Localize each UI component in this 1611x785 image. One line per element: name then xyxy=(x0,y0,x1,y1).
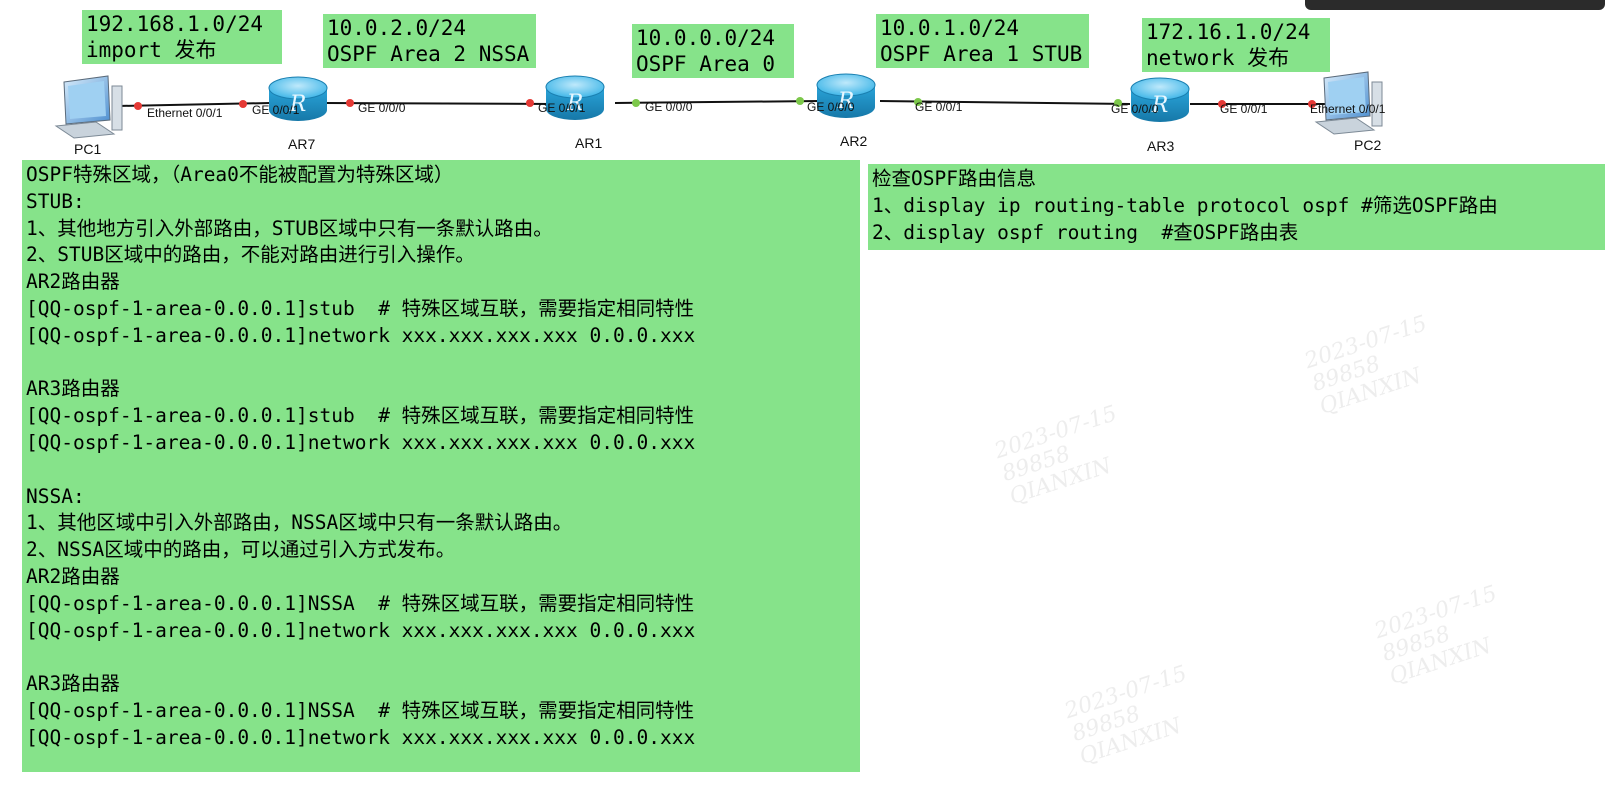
device-label-ar1: AR1 xyxy=(575,135,603,151)
note-line: STUB: xyxy=(26,189,85,213)
iface-ar3-ge1: GE 0/0/1 xyxy=(1220,102,1268,116)
note-line: 2、display ospf routing #查OSPF路由表 xyxy=(872,220,1299,244)
note-line: AR3路由器 xyxy=(26,672,120,696)
device-label-ar7: AR7 xyxy=(288,136,316,152)
note-line: AR3路由器 xyxy=(26,377,120,401)
subnet-label-10-0-1: 10.0.1.0/24 OSPF Area 1 STUB xyxy=(876,14,1089,68)
note-line: AR2路由器 xyxy=(26,270,120,294)
note-line: 1、display ip routing-table protocol ospf… xyxy=(872,193,1498,217)
subnet-label-172-16-1: 172.16.1.0/24 network 发布 xyxy=(1142,18,1330,72)
note-line: 1、其他区域中引入外部路由，NSSA区域中只有一条默认路由。 xyxy=(26,511,573,535)
iface-ar1-ge1: GE 0/0/1 xyxy=(538,101,586,115)
note-line: 2、NSSA区域中的路由，可以通过引入方式发布。 xyxy=(26,538,456,562)
note-line: AR2路由器 xyxy=(26,564,120,588)
note-line: [QQ-ospf-1-area-0.0.0.1]stub # 特殊区域互联，需要… xyxy=(26,296,695,320)
iface-ar2-ge1: GE 0/0/1 xyxy=(915,100,963,114)
note-line xyxy=(26,457,856,484)
iface-ar7-ge0: GE 0/0/0 xyxy=(358,101,406,115)
note-line: [QQ-ospf-1-area-0.0.0.1]stub # 特殊区域互联，需要… xyxy=(26,404,695,428)
notes-check-ospf-routes: 检查OSPF路由信息 1、display ip routing-table pro… xyxy=(868,164,1605,250)
device-label-pc1: PC1 xyxy=(74,141,102,157)
note-line: 1、其他地方引入外部路由，STUB区域中只有一条默认路由。 xyxy=(26,216,553,240)
note-line xyxy=(26,350,856,377)
note-line: NSSA: xyxy=(26,484,85,508)
note-line: [QQ-ospf-1-area-0.0.0.1]network xxx.xxx.… xyxy=(26,323,696,347)
note-line xyxy=(26,644,856,671)
note-line: OSPF特殊区域，（Area0不能被配置为特殊区域） xyxy=(26,163,454,186)
note-line: 2、STUB区域中的路由，不能对路由进行引入操作。 xyxy=(26,243,475,267)
note-line: [QQ-ospf-1-area-0.0.0.1]NSSA # 特殊区域互联，需要… xyxy=(26,698,695,722)
device-label-pc2: PC2 xyxy=(1354,137,1382,153)
iface-pc1-eth: Ethernet 0/0/1 xyxy=(147,106,223,120)
note-line: [QQ-ospf-1-area-0.0.0.1]network xxx.xxx.… xyxy=(26,725,696,749)
iface-ar7-ge1: GE 0/0/1 xyxy=(252,103,300,117)
notes-special-areas: OSPF特殊区域，（Area0不能被配置为特殊区域） STUB: 1、其他地方引入外… xyxy=(22,160,860,772)
iface-ar3-ge0: GE 0/0/0 xyxy=(1111,102,1159,116)
iface-pc2-eth: Ethernet 0/0/1 xyxy=(1310,102,1386,116)
note-line: 检查OSPF路由信息 xyxy=(872,167,1036,190)
subnet-label-10-0-0: 10.0.0.0/24 OSPF Area 0 xyxy=(632,24,794,78)
device-label-ar3: AR3 xyxy=(1147,138,1175,154)
note-line: [QQ-ospf-1-area-0.0.0.1]network xxx.xxx.… xyxy=(26,430,696,454)
subnet-label-192-168-1: 192.168.1.0/24 import 发布 xyxy=(82,10,282,64)
note-line: [QQ-ospf-1-area-0.0.0.1]network xxx.xxx.… xyxy=(26,618,696,642)
subnet-label-10-0-2: 10.0.2.0/24 OSPF Area 2 NSSA xyxy=(323,14,536,68)
note-line: [QQ-ospf-1-area-0.0.0.1]NSSA # 特殊区域互联，需要… xyxy=(26,591,695,615)
iface-ar2-ge0: GE 0/0/0 xyxy=(807,100,855,114)
iface-ar1-ge0: GE 0/0/0 xyxy=(645,100,693,114)
device-label-ar2: AR2 xyxy=(840,133,868,149)
pc1-icon[interactable] xyxy=(54,75,123,139)
